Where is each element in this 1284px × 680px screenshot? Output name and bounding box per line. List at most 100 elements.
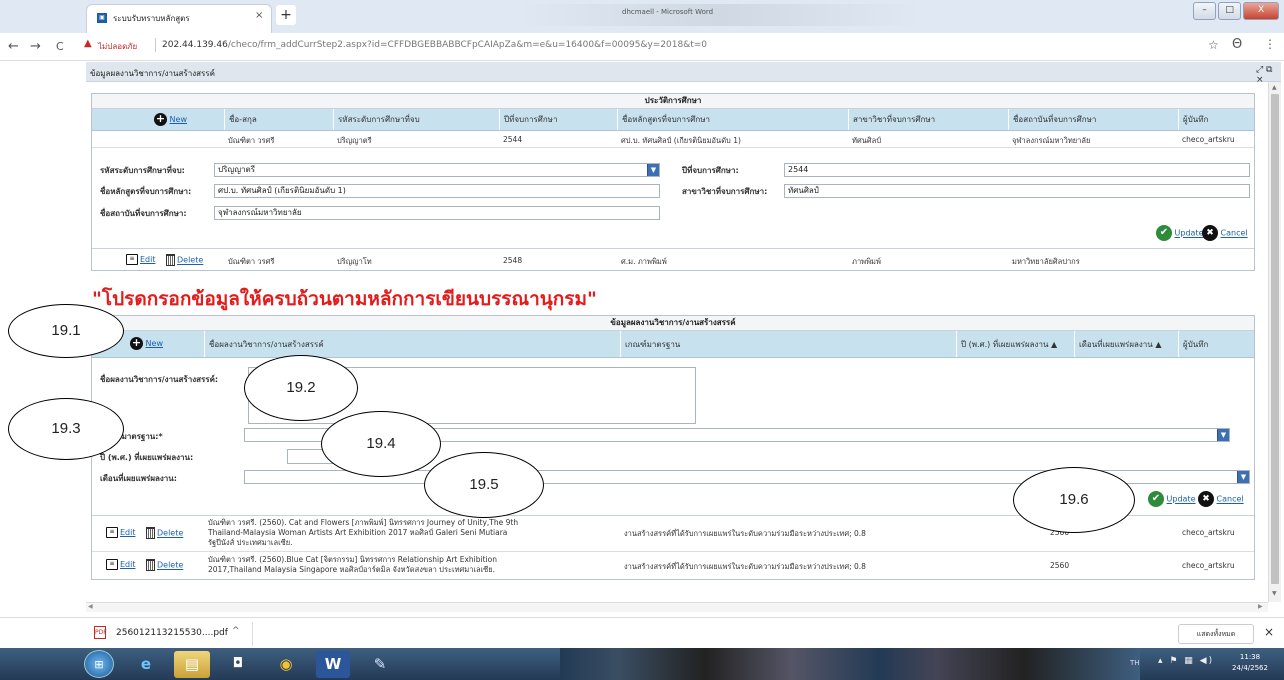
scroll-up-icon[interactable]: ▲: [1272, 84, 1277, 91]
work-title-line: รัฐปีนังส์ ประเทศมาเลเซีย.: [208, 538, 293, 547]
horizontal-scrollbar[interactable]: ◀ ▶: [86, 602, 1268, 612]
scroll-down-icon[interactable]: ▼: [1272, 590, 1277, 597]
new-tab-button[interactable]: +: [276, 5, 296, 25]
account-icon[interactable]: Θ: [1232, 37, 1242, 52]
level-select[interactable]: ปริญญาตรี ▼: [214, 163, 660, 177]
chrome-icon[interactable]: ◉: [266, 651, 306, 678]
delete-link[interactable]: Delete: [177, 256, 203, 265]
education-new-button[interactable]: + New: [154, 113, 187, 126]
work-name-label: ชื่อผลงานวิชาการ/งานสร้างสรรค์:: [100, 375, 219, 384]
delete-button[interactable]: Delete: [166, 254, 203, 266]
url-field[interactable]: 202.44.139.46/checo/frm_addCurrStep2.asp…: [162, 40, 707, 50]
delete-button[interactable]: Delete: [146, 559, 183, 571]
edit-button[interactable]: ≡ Edit: [126, 254, 156, 265]
education-header: ประวัติการศึกษา: [92, 94, 1254, 109]
col-recorder[interactable]: ผู้บันทึก: [1178, 331, 1254, 357]
col-level[interactable]: รหัสระดับการศึกษาที่จบ: [333, 109, 499, 130]
edit-link[interactable]: Edit: [140, 255, 156, 264]
col-standard[interactable]: เกณฑ์มาตรฐาน: [620, 331, 956, 357]
word-icon[interactable]: W: [316, 651, 350, 678]
edit-link[interactable]: Edit: [120, 528, 136, 537]
url-host: 202.44.139.46: [162, 40, 228, 50]
minimize-button[interactable]: –: [1193, 2, 1217, 20]
works-cancel-button[interactable]: ✖ Cancel: [1198, 491, 1244, 507]
not-secure-label[interactable]: ไม่ปลอดภัย: [98, 40, 137, 53]
close-icon: ✖: [1198, 491, 1214, 507]
table-row[interactable]: ≡ Edit Delete บัณฑิตา วรศรี ปริญญาโท 2548…: [92, 249, 1254, 271]
language-indicator[interactable]: TH: [1130, 659, 1140, 667]
vertical-scrollbar[interactable]: ▲ ▼: [1268, 82, 1281, 602]
col-course[interactable]: ชื่อหลักสูตรที่จบการศึกษา: [617, 109, 848, 130]
file-explorer-icon[interactable]: ▤: [174, 651, 210, 678]
clock[interactable]: 11:38 24/4/2562: [1226, 652, 1274, 674]
clock-time: 11:38: [1239, 653, 1261, 661]
education-cancel-button[interactable]: ✖ Cancel: [1202, 225, 1248, 241]
col-name[interactable]: ชื่อ-สกุล: [224, 109, 333, 130]
col-pub-year[interactable]: ปี (พ.ศ.) ที่เผยแพร่ผลงาน ▲: [956, 331, 1074, 357]
chevron-down-icon[interactable]: ▼: [1237, 471, 1249, 483]
tab-close-icon[interactable]: ×: [255, 10, 263, 21]
forward-arrow-icon[interactable]: →: [30, 39, 41, 54]
show-all-button[interactable]: แสดงทั้งหมด: [1178, 624, 1254, 644]
paint-icon[interactable]: ✎: [360, 651, 400, 678]
maximize-button[interactable]: □: [1218, 2, 1242, 20]
reload-icon[interactable]: C: [56, 40, 64, 53]
edit-link[interactable]: Edit: [120, 560, 136, 569]
col-institution[interactable]: ชื่อสถาบันที่จบการศึกษา: [1008, 109, 1178, 130]
window-controls: – □ X: [1193, 2, 1279, 20]
media-app-icon[interactable]: ◘: [218, 651, 258, 678]
edit-button[interactable]: ≡ Edit: [106, 527, 136, 538]
bookmark-star-icon[interactable]: ☆: [1208, 38, 1219, 52]
chevron-down-icon[interactable]: ▼: [647, 164, 659, 176]
update-link[interactable]: Update: [1167, 495, 1196, 504]
browser-tab-bar: ▣ ระบบรับทราบหลักสูตร × + dhcmaell - Mic…: [0, 0, 1284, 33]
chevron-up-icon[interactable]: ^: [232, 626, 240, 636]
scroll-thumb[interactable]: [1271, 94, 1279, 584]
works-new-button[interactable]: + New: [130, 337, 163, 350]
cancel-link[interactable]: Cancel: [1221, 229, 1248, 238]
cancel-link[interactable]: Cancel: [1217, 495, 1244, 504]
delete-link[interactable]: Delete: [157, 529, 183, 538]
course-input[interactable]: ศป.บ. ทัศนศิลป์ (เกียรตินิยมอันดับ 1): [214, 184, 660, 198]
table-row[interactable]: ≡ Edit Delete บัณฑิตา วรศรี. (2560).Blue …: [92, 552, 1254, 579]
col-pub-month[interactable]: เดือนที่เผยแพร่ผลงาน ▲: [1074, 331, 1178, 357]
browser-tab[interactable]: ▣ ระบบรับทราบหลักสูตร ×: [86, 4, 272, 33]
browser-menu-icon[interactable]: ⋮: [1264, 37, 1276, 51]
edit-button[interactable]: ≡ Edit: [106, 559, 136, 570]
scroll-right-icon[interactable]: ▶: [1258, 603, 1263, 610]
pub-month-label: เดือนที่เผยแพร่ผลงาน:: [100, 474, 177, 483]
year-cell: 2560: [1050, 561, 1070, 570]
new-link[interactable]: New: [146, 339, 163, 348]
tray-icons[interactable]: ▴ ⚑ ▦ ◀): [1158, 656, 1214, 666]
new-link[interactable]: New: [170, 115, 187, 124]
table-row[interactable]: บัณฑิตา วรศรี ปริญญาตรี 2544 ศป.บ. ทัศนศ…: [92, 131, 1254, 148]
col-work-name[interactable]: ชื่อผลงานวิชาการ/งานสร้างสรรค์: [204, 331, 620, 357]
warning-icon: ▲: [84, 38, 92, 49]
downloads-close-icon[interactable]: ×: [1264, 625, 1274, 639]
col-major[interactable]: สาขาวิชาที่จบการศึกษา: [848, 109, 1008, 130]
col-recorder[interactable]: ผู้บันทึก: [1178, 109, 1254, 130]
col-year[interactable]: ปีที่จบการศึกษา: [499, 109, 617, 130]
download-filename[interactable]: 256012113215530....pdf: [116, 628, 228, 638]
update-link[interactable]: Update: [1175, 229, 1204, 238]
annotation-19-1: 19.1: [8, 304, 124, 358]
start-button-icon[interactable]: ⊞: [84, 650, 114, 678]
institution-input[interactable]: จุฬาลงกรณ์มหาวิทยาลัย: [214, 206, 660, 220]
standard-cell: งานสร้างสรรค์ที่ได้รับการเผยแพร่ในระดับค…: [624, 562, 866, 571]
back-arrow-icon[interactable]: ←: [8, 39, 19, 54]
delete-link[interactable]: Delete: [157, 561, 183, 570]
works-update-button[interactable]: ✔ Update: [1148, 491, 1196, 507]
education-update-button[interactable]: ✔ Update: [1156, 225, 1204, 241]
major-input[interactable]: ทัศนศิลป์: [784, 184, 1250, 198]
window-close-button[interactable]: X: [1243, 2, 1279, 20]
scroll-left-icon[interactable]: ◀: [88, 603, 93, 610]
delete-button[interactable]: Delete: [146, 527, 183, 539]
plus-icon: +: [154, 112, 167, 126]
cell: จุฬาลงกรณ์มหาวิทยาลัย: [1012, 136, 1091, 145]
year-input[interactable]: 2544: [784, 163, 1250, 177]
recorder-cell: checo_artskru: [1182, 528, 1235, 537]
window-title: dhcmaell - Microsoft Word: [622, 8, 714, 16]
divider: [252, 622, 253, 646]
chevron-down-icon[interactable]: ▼: [1217, 429, 1229, 441]
internet-explorer-icon[interactable]: e: [126, 651, 166, 678]
